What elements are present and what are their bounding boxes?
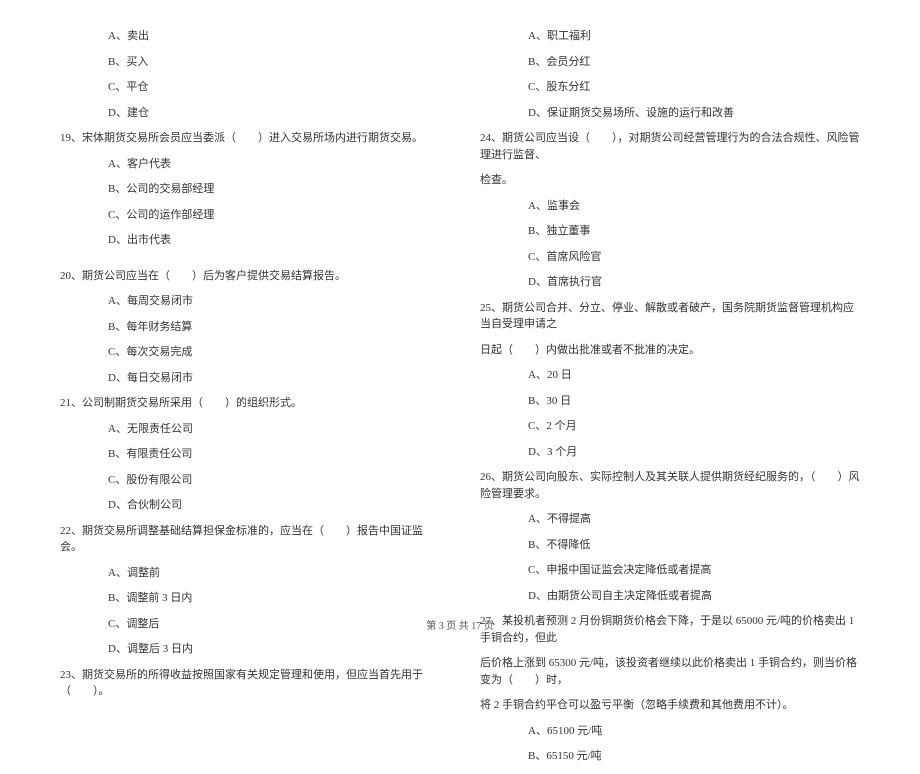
q21-option-a: A、无限责任公司: [60, 421, 440, 438]
q25-option-b: B、30 日: [480, 393, 860, 410]
q18-option-a: A、卖出: [60, 28, 440, 45]
page-footer: 第 3 页 共 17 页: [0, 617, 920, 632]
q21-option-d: D、合伙制公司: [60, 497, 440, 514]
q23-option-d: D、保证期货交易场所、设施的运行和改善: [480, 105, 860, 122]
q21-text: 21、公司制期货交易所采用（ ）的组织形式。: [60, 395, 440, 412]
q23-option-a: A、职工福利: [480, 28, 860, 45]
q22-text: 22、期货交易所调整基础结算担保金标准的，应当在（ ）报告中国证监会。: [60, 523, 440, 556]
right-column: A、职工福利 B、会员分红 C、股东分红 D、保证期货交易场所、设施的运行和改善…: [480, 28, 860, 774]
q20-option-c: C、每次交易完成: [60, 344, 440, 361]
q24-text: 24、期货公司应当设（ ），对期货公司经营管理行为的合法合规性、风险管理进行监督…: [480, 130, 860, 163]
q20-option-b: B、每年财务结算: [60, 319, 440, 336]
q19-option-d: D、出市代表: [60, 232, 440, 249]
q24-option-c: C、首席风险官: [480, 249, 860, 266]
q19-text: 19、宋体期货交易所会员应当委派（ ）进入交易所场内进行期货交易。: [60, 130, 440, 147]
q24-option-a: A、监事会: [480, 198, 860, 215]
q27-option-a: A、65100 元/吨: [480, 723, 860, 740]
q24-text2: 检查。: [480, 172, 860, 189]
q27-text2: 后价格上涨到 65300 元/吨，该投资者继续以此价格卖出 1 手铜合约，则当价…: [480, 655, 860, 688]
q20-option-d: D、每日交易闭市: [60, 370, 440, 387]
q21-option-b: B、有限责任公司: [60, 446, 440, 463]
q19-option-c: C、公司的运作部经理: [60, 207, 440, 224]
q22-option-d: D、调整后 3 日内: [60, 641, 440, 658]
q26-option-a: A、不得提高: [480, 511, 860, 528]
q24-option-b: B、独立董事: [480, 223, 860, 240]
q21-option-c: C、股份有限公司: [60, 472, 440, 489]
q26-option-d: D、由期货公司自主决定降低或者提高: [480, 588, 860, 605]
q20-option-a: A、每周交易闭市: [60, 293, 440, 310]
q26-text: 26、期货公司向股东、实际控制人及其关联人提供期货经纪服务的，（ ）风险管理要求…: [480, 469, 860, 502]
q27-option-b: B、65150 元/吨: [480, 748, 860, 765]
q27-text3: 将 2 手铜合约平仓可以盈亏平衡（忽略手续费和其他费用不计）。: [480, 697, 860, 714]
q25-option-a: A、20 日: [480, 367, 860, 384]
q25-option-d: D、3 个月: [480, 444, 860, 461]
q22-option-a: A、调整前: [60, 565, 440, 582]
q26-option-b: B、不得降低: [480, 537, 860, 554]
q19-option-b: B、公司的交易部经理: [60, 181, 440, 198]
q22-option-b: B、调整前 3 日内: [60, 590, 440, 607]
q20-text: 20、期货公司应当在（ ）后为客户提供交易结算报告。: [60, 268, 440, 285]
q26-option-c: C、申报中国证监会决定降低或者提高: [480, 562, 860, 579]
q23-option-b: B、会员分红: [480, 54, 860, 71]
q18-option-b: B、买入: [60, 54, 440, 71]
q23-option-c: C、股东分红: [480, 79, 860, 96]
q25-text: 25、期货公司合并、分立、停业、解散或者破产，国务院期货监督管理机构应当自受理申…: [480, 300, 860, 333]
q23-text: 23、期货交易所的所得收益按照国家有关规定管理和使用，但应当首先用于（ ）。: [60, 667, 440, 700]
q25-text2: 日起（ ）内做出批准或者不批准的决定。: [480, 342, 860, 359]
q25-option-c: C、2 个月: [480, 418, 860, 435]
page-content: A、卖出 B、买入 C、平仓 D、建仓 19、宋体期货交易所会员应当委派（ ）进…: [0, 0, 920, 774]
q18-option-d: D、建仓: [60, 105, 440, 122]
left-column: A、卖出 B、买入 C、平仓 D、建仓 19、宋体期货交易所会员应当委派（ ）进…: [60, 28, 440, 774]
q19-option-a: A、客户代表: [60, 156, 440, 173]
q18-option-c: C、平仓: [60, 79, 440, 96]
q24-option-d: D、首席执行官: [480, 274, 860, 291]
